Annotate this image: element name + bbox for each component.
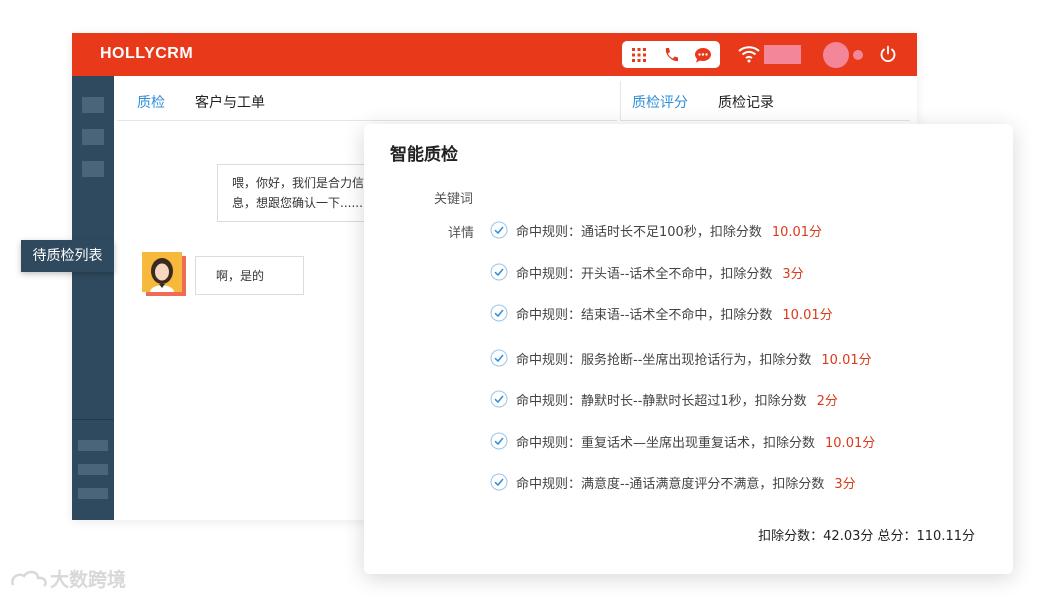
score-totals: 扣除分数：42.03分 总分：110.11分 (758, 529, 975, 544)
rule-text: 命中规则：重复话术—坐席出现重复话术，扣除分数 (516, 435, 816, 451)
rule-text: 命中规则：静默时长--静默时长超过1秒，扣除分数 (516, 393, 807, 409)
rule-score: 10.01分 (771, 224, 823, 240)
sidebar-item[interactable] (78, 488, 108, 499)
top-bar: HOLLYCRM (72, 33, 917, 76)
sidebar-item[interactable] (78, 464, 108, 475)
sidebar-item[interactable] (82, 129, 104, 145)
check-icon (490, 263, 508, 281)
watermark-logo-icon (11, 570, 47, 587)
power-icon[interactable] (879, 45, 897, 63)
wifi-icon (738, 46, 760, 63)
rule-score: 10.01分 (782, 307, 833, 323)
rule-item: 命中规则：开头语--话术全不命中，扣除分数 3分 (490, 261, 804, 283)
rule-score: 10.01分 (825, 435, 876, 451)
sidebar (72, 76, 114, 520)
check-icon (490, 304, 508, 322)
check-icon (490, 349, 508, 367)
tab-qc[interactable]: 质检 (137, 92, 165, 112)
smart-qc-modal: 智能质检 关键词 详情 命中规则：通话时长不足100秒，扣除分数 10.01分 … (364, 124, 1013, 574)
chat-bubble-customer: 啊，是的 (195, 256, 304, 295)
rule-item: 命中规则：重复话术—坐席出现重复话术，扣除分数 10.01分 (490, 430, 875, 452)
check-icon (490, 473, 508, 491)
rule-text: 命中规则：结束语--话术全不命中，扣除分数 (516, 307, 773, 323)
watermark-text: 大数跨境 (50, 569, 127, 591)
right-tab-bar: 质检评分 质检记录 (620, 81, 910, 121)
user-avatar[interactable] (823, 42, 849, 68)
rule-text: 命中规则：满意度--通话满意度评分不满意，扣除分数 (516, 476, 825, 492)
status-indicator (764, 45, 801, 64)
rule-text: 命中规则：服务抢断--坐席出现抢话行为，扣除分数 (516, 352, 812, 368)
watermark: 大数跨境 (10, 565, 126, 592)
rule-item: 命中规则：满意度--通话满意度评分不满意，扣除分数 3分 (490, 471, 856, 493)
agent-avatar (142, 252, 186, 296)
tab-customer-workorder[interactable]: 客户与工单 (195, 92, 265, 112)
sidebar-divider (72, 419, 114, 420)
tab-qc-record[interactable]: 质检记录 (718, 92, 774, 112)
rule-item: 命中规则：结束语--话术全不命中，扣除分数 10.01分 (490, 302, 833, 324)
sidebar-item[interactable] (82, 161, 104, 177)
rule-score: 2分 (816, 393, 838, 409)
grid-icon[interactable] (630, 46, 648, 64)
app-logo: HOLLYCRM (100, 45, 194, 62)
check-icon (490, 432, 508, 450)
rule-text: 命中规则：通话时长不足100秒，扣除分数 (516, 224, 762, 240)
rule-score: 3分 (782, 266, 804, 282)
left-tab-bar: 质检 客户与工单 (117, 81, 617, 121)
check-icon (490, 221, 508, 239)
keyword-label: 关键词 (434, 192, 474, 207)
check-icon (490, 390, 508, 408)
modal-title: 智能质检 (390, 145, 458, 165)
sidebar-item[interactable] (82, 97, 104, 113)
rule-text: 命中规则：开头语--话术全不命中，扣除分数 (516, 266, 773, 282)
toolbar-pill (622, 41, 720, 68)
rule-score: 10.01分 (821, 352, 872, 368)
sidebar-item[interactable] (78, 440, 108, 451)
rule-item: 命中规则：通话时长不足100秒，扣除分数 10.01分 (490, 219, 822, 241)
chat-icon[interactable] (694, 46, 712, 64)
phone-icon[interactable] (662, 46, 680, 64)
detail-label: 详情 (448, 226, 475, 241)
rule-item: 命中规则：静默时长--静默时长超过1秒，扣除分数 2分 (490, 388, 838, 410)
rule-item: 命中规则：服务抢断--坐席出现抢话行为，扣除分数 10.01分 (490, 347, 872, 369)
online-status-dot (853, 50, 863, 60)
rule-score: 3分 (834, 476, 856, 492)
tab-qc-score[interactable]: 质检评分 (632, 92, 688, 112)
pending-qc-list-tooltip[interactable]: 待质检列表 (21, 240, 114, 272)
